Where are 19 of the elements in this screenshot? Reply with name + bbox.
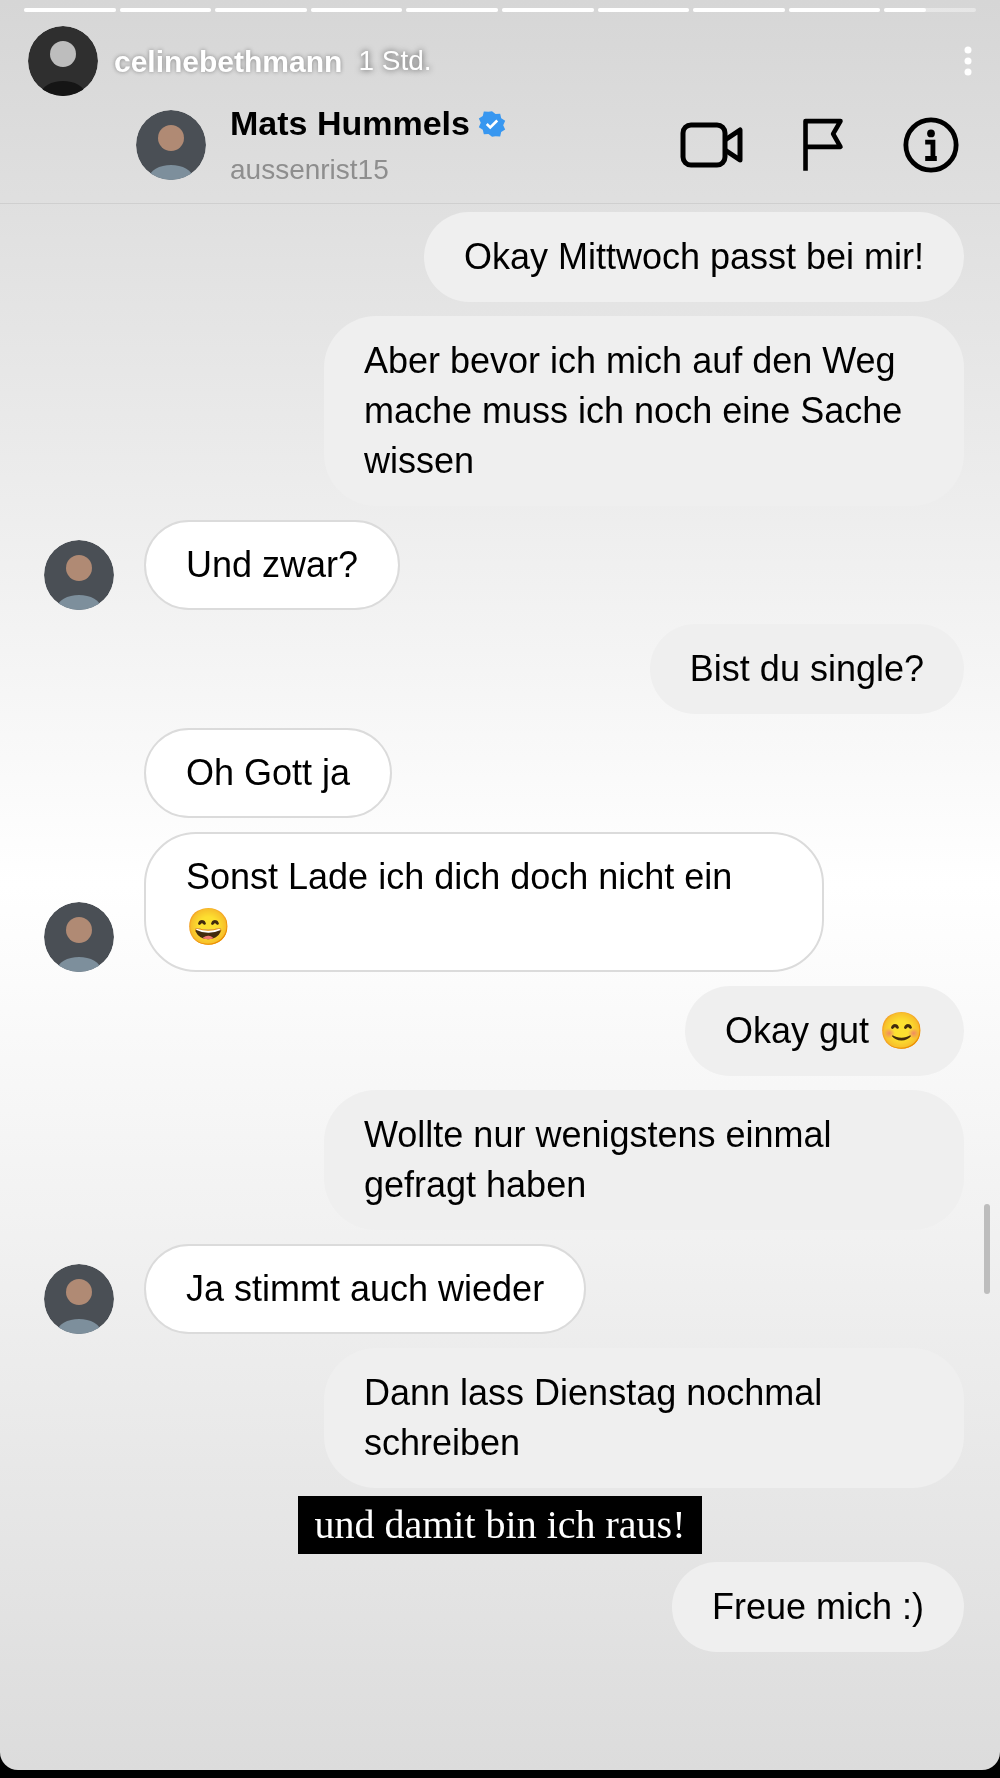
- received-message: Sonst Lade ich dich doch nicht ein 😄: [144, 832, 824, 972]
- sender-avatar: [44, 540, 114, 610]
- sender-avatar: [44, 1264, 114, 1334]
- contact-name: Mats Hummels: [230, 103, 470, 144]
- sent-message: Bist du single?: [649, 624, 964, 714]
- sent-message: Okay gut 😊: [684, 986, 964, 1076]
- story-caption: und damit bin ich raus!: [298, 1496, 702, 1554]
- received-message: Und zwar?: [144, 520, 401, 610]
- sent-message: Freue mich :): [671, 1562, 964, 1652]
- received-message: Ja stimmt auch wieder: [144, 1244, 587, 1334]
- sender-avatar: [44, 902, 114, 972]
- story-avatar: [28, 26, 98, 96]
- received-message: Oh Gott ja: [144, 728, 393, 818]
- contact-avatar: [136, 109, 206, 180]
- story-username[interactable]: celinebethmann: [114, 38, 343, 84]
- info-icon[interactable]: [902, 115, 960, 174]
- sent-message: Okay Mittwoch passt bei mir!: [423, 212, 964, 302]
- flag-icon[interactable]: [800, 116, 846, 173]
- contact-handle: aussenrist15: [230, 153, 390, 187]
